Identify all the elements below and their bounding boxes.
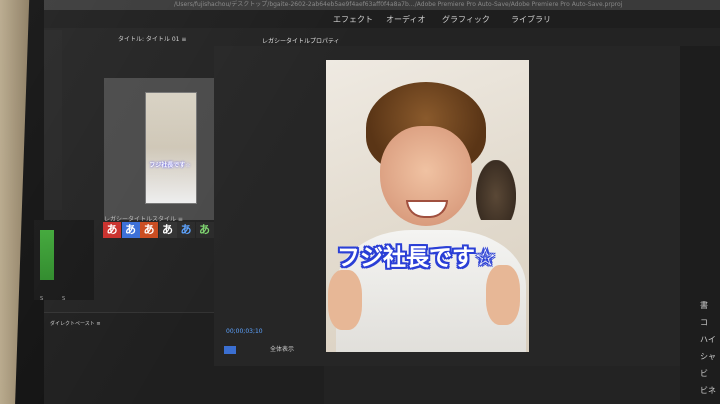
style-swatch[interactable]: あ: [177, 222, 195, 238]
window-path-bar: /Users/fujishachou/デスクトップ/bgaite-2602-2a…: [44, 0, 720, 10]
right-panel-item[interactable]: シャ: [700, 351, 716, 362]
right-hand: [486, 265, 520, 325]
menu-graphics[interactable]: グラフィック: [442, 14, 490, 25]
right-panel-item[interactable]: 書: [700, 300, 708, 311]
program-timecode[interactable]: 00;00;03;10: [226, 328, 263, 335]
menu-bar: [44, 10, 720, 28]
tool-strip: [44, 30, 62, 210]
right-panel-item[interactable]: ハイ: [700, 334, 716, 345]
right-panel-item[interactable]: ビ: [700, 368, 708, 379]
deer-head-decor: [476, 160, 516, 220]
style-swatch[interactable]: あ: [158, 222, 177, 238]
menu-libraries[interactable]: ライブラリ: [511, 14, 551, 25]
meter-solo-left[interactable]: S: [40, 296, 43, 302]
program-video-frame: [326, 60, 529, 352]
zoom-select[interactable]: 全体表示: [270, 344, 294, 353]
style-swatch[interactable]: あ: [121, 222, 140, 238]
playhead-marker[interactable]: [224, 346, 236, 354]
photo-scene: /Users/fujishachou/デスクトップ/bgaite-2602-2a…: [0, 0, 720, 404]
menu-effects[interactable]: エフェクト: [333, 14, 373, 25]
style-swatch[interactable]: あ: [140, 222, 158, 238]
style-swatch[interactable]: あ: [103, 222, 121, 238]
audio-meter-level: [40, 230, 54, 280]
title-preview-caption: フジ社長です☆: [149, 162, 191, 169]
right-panel-item[interactable]: コ: [700, 317, 708, 328]
title-preview-thumbnail: [145, 92, 197, 204]
meter-solo-right[interactable]: S: [62, 296, 65, 302]
title-panel-header: タイトル: タイトル 01 ≡: [118, 36, 187, 43]
left-hand: [328, 270, 362, 330]
style-swatch[interactable]: あ: [195, 222, 214, 238]
timeline-header: ダイレクトペースト ≡: [50, 321, 101, 327]
menu-audio[interactable]: オーディオ: [386, 14, 425, 25]
right-panel-item[interactable]: ビネ: [700, 385, 716, 396]
video-caption: フジ社長です☆: [337, 245, 496, 271]
properties-header: レガシータイトルプロパティ: [262, 38, 340, 45]
